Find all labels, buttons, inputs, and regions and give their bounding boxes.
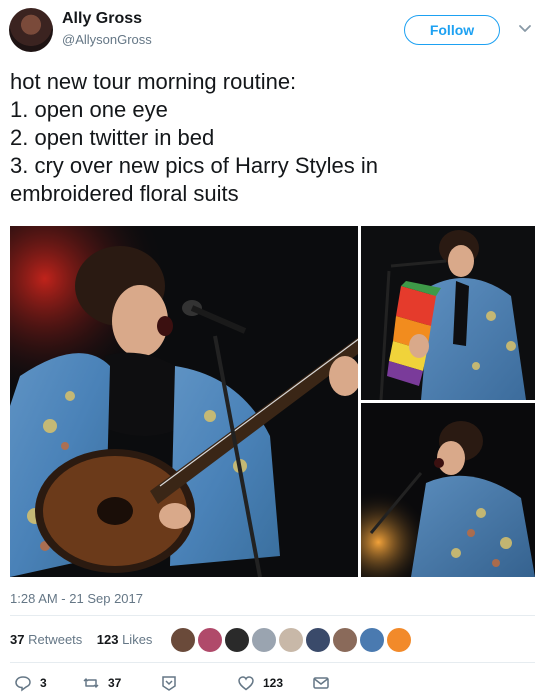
tweet-line: embroidered floral suits <box>10 181 239 206</box>
liker-avatar[interactable] <box>386 627 412 653</box>
retweets-label[interactable]: Retweets <box>28 632 82 647</box>
photo-top-right[interactable] <box>361 226 535 400</box>
media-grid <box>10 226 535 577</box>
liker-avatar[interactable] <box>170 627 196 653</box>
reply-count: 3 <box>40 676 47 690</box>
tweet-line: hot new tour morning routine: <box>10 69 297 94</box>
photo-main[interactable] <box>10 226 358 577</box>
direct-message-action[interactable] <box>312 674 330 692</box>
tweet-line: 2. open twitter in bed <box>10 125 215 150</box>
author-name[interactable]: Ally Gross <box>62 10 142 28</box>
like-action[interactable]: 123 <box>237 674 283 692</box>
chevron-down-icon[interactable] <box>518 22 532 36</box>
divider <box>10 615 535 616</box>
retweet-action[interactable]: 37 <box>82 674 121 692</box>
liker-avatar[interactable] <box>332 627 358 653</box>
likes-label[interactable]: Likes <box>122 632 152 647</box>
direct-message-icon <box>313 677 329 689</box>
tweet-line: 3. cry over new pics of Harry Styles in <box>10 153 379 178</box>
caret-down-icon <box>162 676 176 691</box>
reply-icon <box>15 676 31 692</box>
follow-button[interactable]: Follow <box>404 15 500 45</box>
liker-avatar[interactable] <box>278 627 304 653</box>
heart-icon <box>238 676 254 691</box>
retweets-count[interactable]: 37 <box>10 632 24 647</box>
retweet-count: 37 <box>108 676 122 690</box>
liker-avatar[interactable] <box>224 627 250 653</box>
liker-avatar[interactable] <box>305 627 331 653</box>
more-action[interactable] <box>160 674 178 692</box>
tweet-actions: 3 37 123 <box>10 674 535 696</box>
tweet-text: hot new tour morning routine: 1. open on… <box>10 68 535 208</box>
retweet-icon <box>83 678 99 688</box>
author-handle[interactable]: @AllysonGross <box>62 32 152 47</box>
photo-bottom-right[interactable] <box>361 403 535 577</box>
tweet-timestamp[interactable]: 1:28 AM - 21 Sep 2017 <box>10 591 143 606</box>
tweet-line: 1. open one eye <box>10 97 168 122</box>
engagement-stats: 37 Retweets 123 Likes <box>10 632 152 647</box>
divider <box>10 662 535 663</box>
likes-count[interactable]: 123 <box>97 632 119 647</box>
liker-avatar[interactable] <box>359 627 385 653</box>
liker-avatar[interactable] <box>197 627 223 653</box>
reply-action[interactable]: 3 <box>14 674 47 692</box>
liker-avatar[interactable] <box>251 627 277 653</box>
author-avatar[interactable] <box>9 8 53 52</box>
like-count: 123 <box>263 676 284 690</box>
